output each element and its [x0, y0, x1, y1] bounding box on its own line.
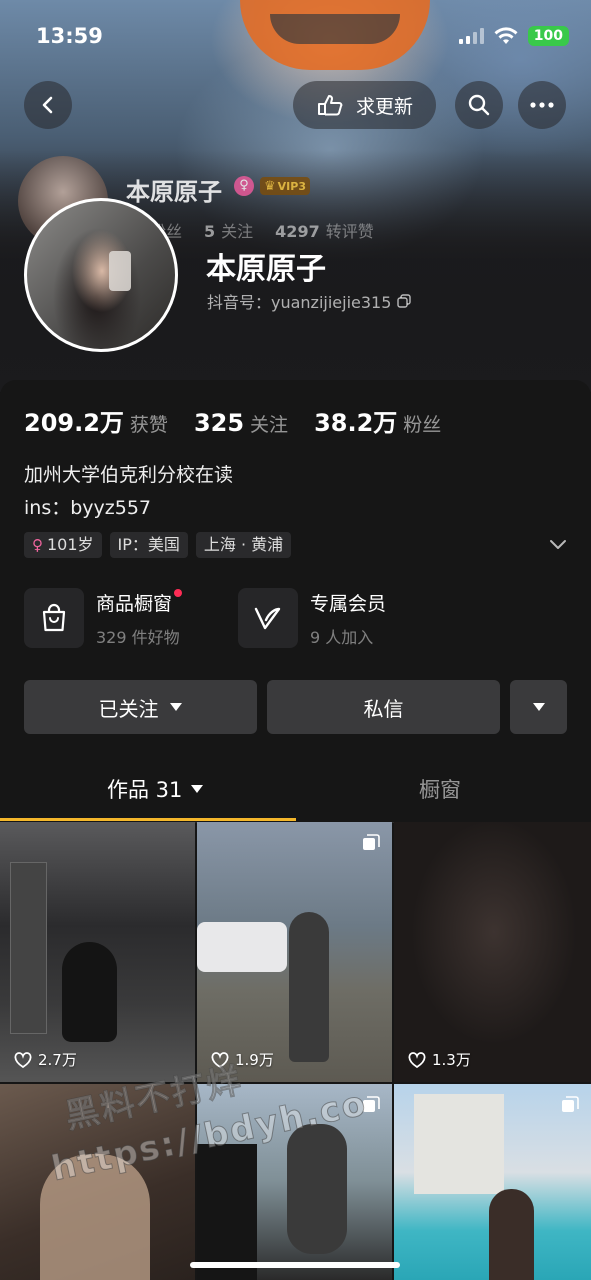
- profile-name: 本原原子: [206, 252, 326, 287]
- like-count: 2.7万: [14, 1049, 77, 1070]
- member-entry[interactable]: 专属会员 9 人加入: [238, 588, 386, 648]
- member-subtitle: 9 人加入: [310, 627, 374, 647]
- bio-line-2: ins：byyz557: [24, 497, 152, 519]
- request-update-button[interactable]: 求更新: [293, 81, 436, 129]
- search-icon: [468, 94, 490, 116]
- battery-indicator: 100: [527, 26, 569, 46]
- copy-icon[interactable]: [397, 294, 412, 308]
- search-button[interactable]: [455, 81, 503, 129]
- followed-button[interactable]: 已关注: [24, 680, 257, 734]
- compact-name: 本原原子: [126, 178, 222, 206]
- shop-title: 商品橱窗: [96, 588, 183, 616]
- multi-image-icon: [363, 834, 380, 850]
- location-tag: 上海 · 黄浦: [195, 532, 292, 558]
- message-button[interactable]: 私信: [267, 680, 500, 734]
- member-title: 专属会员: [310, 592, 387, 615]
- tab-shop-window[interactable]: 橱窗: [419, 774, 461, 804]
- person-silhouette: [287, 1124, 347, 1254]
- wifi-icon: [494, 27, 518, 44]
- profile-tags: ♀ 101岁 IP：美国 上海 · 黄浦: [24, 532, 292, 558]
- heart-icon: [14, 1051, 32, 1068]
- video-thumbnail[interactable]: 2.7万: [0, 822, 195, 1082]
- compact-stats: 粉丝 5 关注 4297 转评赞: [150, 218, 374, 242]
- home-indicator[interactable]: [190, 1262, 400, 1268]
- profile-id[interactable]: 抖音号：yuanzijiejie315: [207, 289, 412, 313]
- back-button[interactable]: [24, 81, 72, 129]
- stat-following[interactable]: 325 关注: [194, 409, 288, 437]
- chevron-left-icon: [42, 96, 53, 114]
- active-tab-indicator: [0, 818, 296, 821]
- status-time: 13:59: [36, 24, 103, 48]
- person-silhouette: [62, 942, 117, 1042]
- compact-follow: 5 关注: [204, 222, 254, 241]
- shop-icon-box: [24, 588, 84, 648]
- car-shape: [197, 922, 287, 972]
- ip-tag: IP：美国: [109, 532, 188, 558]
- notification-dot: [174, 588, 183, 597]
- member-v-icon: [254, 607, 281, 630]
- shopping-bag-icon: [42, 603, 66, 632]
- member-icon-box: [238, 588, 298, 648]
- video-thumbnail[interactable]: [394, 1084, 591, 1280]
- caret-down-icon: [191, 785, 204, 793]
- pointing-hand-icon: [317, 95, 343, 116]
- caret-down-icon: [532, 703, 545, 711]
- compact-badges: ♀ ♛ VIP3: [234, 176, 310, 196]
- multi-image-icon: [562, 1096, 579, 1112]
- crown-icon: ♛: [264, 178, 276, 194]
- stat-followers[interactable]: 38.2万 粉丝: [314, 403, 441, 438]
- chevron-down-icon[interactable]: [547, 533, 569, 555]
- bio-line-1: 加州大学伯克利分校在读: [24, 464, 234, 486]
- heart-icon: [408, 1051, 426, 1068]
- building-shape: [414, 1094, 504, 1194]
- more-actions-button[interactable]: [510, 680, 567, 734]
- shop-window-entry[interactable]: 商品橱窗 329 件好物: [24, 588, 183, 648]
- age-tag: ♀ 101岁: [24, 532, 102, 558]
- like-count: 1.3万: [408, 1049, 471, 1070]
- caret-down-icon: [169, 703, 182, 711]
- fridge-shape: [10, 862, 47, 1034]
- signal-icon: [458, 28, 484, 44]
- vip-badge: ♛ VIP3: [260, 177, 310, 195]
- female-icon: ♀: [32, 536, 43, 554]
- video-grid: 2.7万 1.9万 1.3万: [0, 822, 591, 1280]
- compact-likes: 4297 转评赞: [275, 222, 374, 241]
- shop-subtitle: 329 件好物: [96, 627, 180, 647]
- video-thumbnail[interactable]: 1.9万: [197, 822, 392, 1082]
- request-update-label: 求更新: [355, 95, 413, 118]
- more-dots-icon: [530, 102, 554, 108]
- content-tabs: 作品 31 橱窗: [0, 764, 591, 823]
- video-thumbnail[interactable]: 1.3万: [394, 822, 591, 1082]
- person-silhouette: [289, 912, 329, 1062]
- more-button[interactable]: [518, 81, 566, 129]
- profile-stats: 209.2万 获赞 325 关注 38.2万 粉丝: [24, 403, 441, 438]
- female-badge-icon: ♀: [234, 176, 254, 196]
- avatar[interactable]: [24, 198, 178, 352]
- tab-works[interactable]: 作品 31: [107, 774, 204, 804]
- car-door-shape: [197, 1144, 257, 1280]
- stat-likes: 209.2万 获赞: [24, 409, 168, 437]
- status-icons: 100: [458, 26, 569, 46]
- person-silhouette: [489, 1189, 534, 1280]
